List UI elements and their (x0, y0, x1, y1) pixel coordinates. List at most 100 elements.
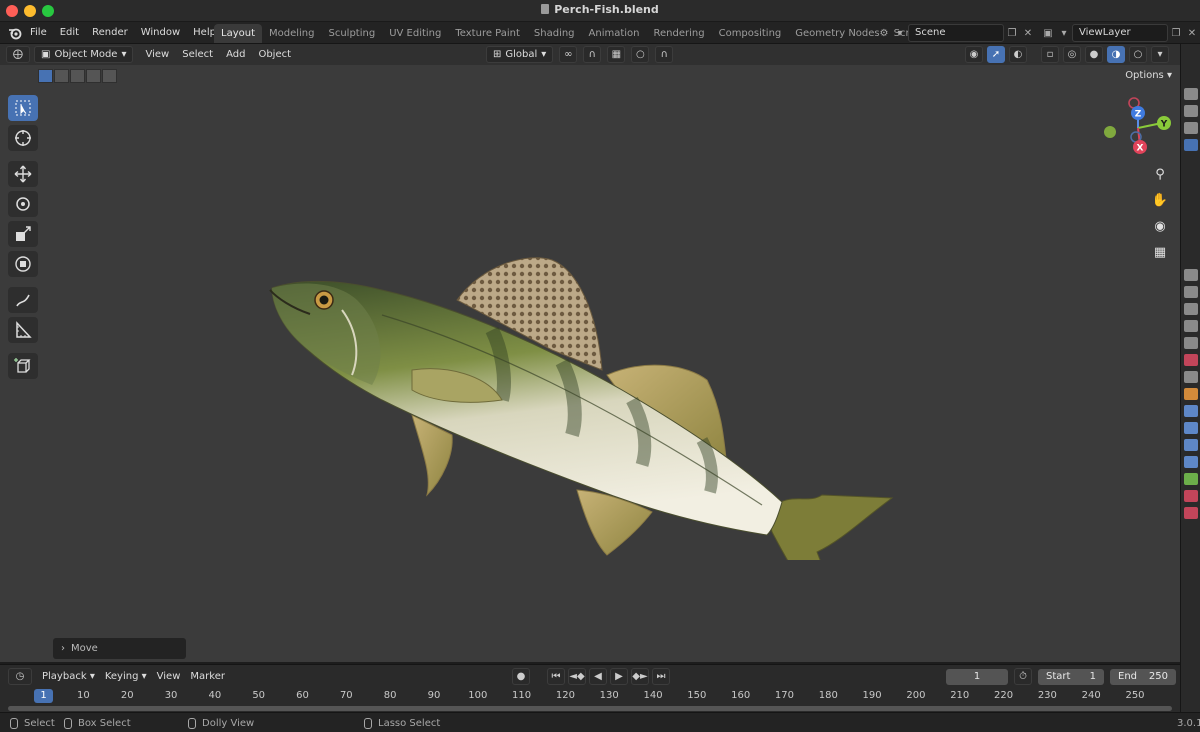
play-reverse-icon[interactable]: ◀ (589, 668, 607, 685)
view-layer-properties-icon[interactable] (1183, 320, 1198, 332)
timeline-menu-marker[interactable]: Marker (190, 671, 225, 682)
snap-target-icon[interactable]: ▦ (607, 46, 626, 63)
tab-texture-paint[interactable]: Texture Paint (448, 24, 527, 43)
menu-render[interactable]: Render (92, 27, 128, 38)
scene-properties-icon[interactable] (1183, 337, 1198, 349)
output-properties-icon[interactable] (1183, 303, 1198, 315)
object-mode-dropdown[interactable]: ▣ Object Mode ▾ (34, 46, 134, 63)
xray-icon[interactable]: ▫ (1041, 46, 1059, 63)
frame-ruler[interactable]: 1 10 20 30 40 50 60 70 80 90 100 110 120 130 140 150 16… (0, 687, 1180, 705)
timeline-menu-keying[interactable]: Keying ▾ (105, 671, 147, 682)
viewport-visibility-icon[interactable] (1183, 105, 1198, 117)
scene-name-field[interactable]: Scene (908, 24, 1004, 42)
play-icon[interactable]: ▶ (610, 668, 628, 685)
viewport-menu-object[interactable]: Object (258, 49, 291, 60)
collection-properties-icon[interactable] (1183, 371, 1198, 383)
active-camera-icon[interactable] (1183, 139, 1198, 151)
prev-keyframe-icon[interactable]: ◄◆ (568, 668, 586, 685)
transform-orientation-dropdown[interactable]: ⊞ Global ▾ (486, 46, 554, 63)
proportional-edit-icon[interactable]: ○ (631, 46, 650, 63)
zoom-icon[interactable]: ⚲ (1150, 165, 1170, 183)
cursor-tool[interactable] (8, 125, 38, 151)
camera-view-icon[interactable]: ◉ (1150, 217, 1170, 235)
select-box-tool[interactable] (8, 95, 38, 121)
tab-sculpting[interactable]: Sculpting (322, 24, 383, 43)
transform-tool[interactable] (8, 251, 38, 277)
new-scene-icon[interactable]: ❐ (1004, 25, 1020, 41)
timeline-scrollbar[interactable] (8, 706, 1172, 711)
viewport-menu-select[interactable]: Select (182, 49, 213, 60)
annotate-tool[interactable] (8, 287, 38, 313)
gizmo-toggle-icon[interactable]: ➚ (987, 46, 1005, 63)
options-dropdown[interactable]: Options ▾ (1125, 70, 1172, 81)
select-subtract-icon[interactable] (70, 69, 85, 83)
move-tool[interactable] (8, 161, 38, 187)
shading-options-chevron-icon[interactable]: ▾ (1151, 46, 1169, 63)
new-view-layer-icon[interactable]: ❐ (1168, 25, 1184, 41)
record-keyframe-icon[interactable]: ● (512, 668, 530, 685)
falloff-icon[interactable]: ∩ (655, 46, 674, 63)
render-properties-icon[interactable] (1183, 286, 1198, 298)
texture-properties-icon[interactable] (1183, 507, 1198, 519)
select-invert-icon[interactable] (86, 69, 101, 83)
view-layer-browse-icon[interactable]: ▣ (1040, 25, 1056, 41)
tab-rendering[interactable]: Rendering (647, 24, 712, 43)
perch-fish-model[interactable] (262, 190, 902, 560)
timeline-editor-type-icon[interactable]: ◷ (8, 668, 32, 685)
tab-shading[interactable]: Shading (527, 24, 582, 43)
pan-hand-icon[interactable]: ✋ (1150, 191, 1170, 209)
visibility-eye-icon[interactable]: ◉ (965, 46, 983, 63)
timeline-menu-view[interactable]: View (157, 671, 181, 682)
add-cube-tool[interactable] (8, 353, 38, 379)
select-new-icon[interactable] (38, 69, 53, 83)
tab-geometry-nodes[interactable]: Geometry Nodes (788, 24, 886, 43)
chevron-down-icon[interactable]: ▾ (1056, 25, 1072, 41)
physics-properties-icon[interactable] (1183, 439, 1198, 451)
tab-animation[interactable]: Animation (582, 24, 647, 43)
world-properties-icon[interactable] (1183, 354, 1198, 366)
last-operator-panel[interactable]: › Move (53, 638, 186, 659)
delete-scene-icon[interactable]: ✕ (1020, 25, 1036, 41)
tool-properties-icon[interactable] (1183, 269, 1198, 281)
data-properties-icon[interactable] (1183, 473, 1198, 485)
pivot-point-icon[interactable]: ∞ (559, 46, 578, 63)
blender-logo-icon[interactable] (8, 26, 22, 40)
menu-window[interactable]: Window (141, 27, 180, 38)
jump-end-icon[interactable]: ⏭ (652, 668, 670, 685)
object-properties-icon[interactable] (1183, 388, 1198, 400)
tab-layout[interactable]: Layout (214, 24, 262, 43)
rendered-shading-icon[interactable]: ○ (1129, 46, 1147, 63)
scale-tool[interactable] (8, 221, 38, 247)
viewport-menu-add[interactable]: Add (226, 49, 245, 60)
editor-type-icon[interactable]: ⨁ (6, 46, 30, 63)
menu-edit[interactable]: Edit (60, 27, 79, 38)
render-visibility-icon[interactable] (1183, 88, 1198, 100)
next-keyframe-icon[interactable]: ◆► (631, 668, 649, 685)
start-frame-field[interactable]: Start 1 (1038, 668, 1104, 685)
current-frame-marker[interactable]: 1 (34, 689, 53, 703)
tab-uv-editing[interactable]: UV Editing (382, 24, 448, 43)
navigation-gizmo[interactable]: Z Y X (1100, 95, 1176, 165)
tab-compositing[interactable]: Compositing (712, 24, 789, 43)
snap-icon[interactable]: ∩ (583, 46, 602, 63)
current-frame-field[interactable]: 1 (946, 668, 1008, 685)
solid-shading-icon[interactable]: ● (1085, 46, 1103, 63)
constraints-properties-icon[interactable] (1183, 456, 1198, 468)
menu-file[interactable]: File (30, 27, 47, 38)
viewport-menu-view[interactable]: View (145, 49, 169, 60)
stopwatch-icon[interactable]: ⏱ (1014, 668, 1032, 685)
select-extend-icon[interactable] (54, 69, 69, 83)
view-layer-field[interactable]: ViewLayer (1072, 24, 1168, 42)
perspective-grid-icon[interactable]: ▦ (1150, 243, 1170, 261)
end-frame-field[interactable]: End 250 (1110, 668, 1176, 685)
scene-browse-icon[interactable]: ⚙ (876, 25, 892, 41)
timeline-menu-playback[interactable]: Playback ▾ (42, 671, 95, 682)
tab-modeling[interactable]: Modeling (262, 24, 322, 43)
measure-tool[interactable] (8, 317, 38, 343)
wireframe-shading-icon[interactable]: ◎ (1063, 46, 1081, 63)
delete-view-layer-icon[interactable]: ✕ (1184, 25, 1200, 41)
3d-viewport[interactable]: Options ▾ Z Y X ⚲ ✋ ◉ ▦ › Move (0, 65, 1180, 662)
particles-properties-icon[interactable] (1183, 422, 1198, 434)
menu-help[interactable]: Help (193, 27, 216, 38)
material-preview-shading-icon[interactable]: ◑ (1107, 46, 1125, 63)
